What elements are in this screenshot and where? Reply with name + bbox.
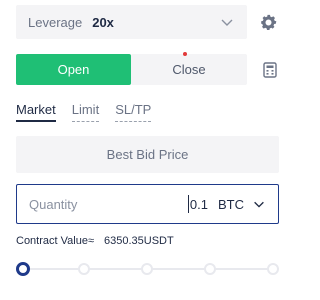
leverage-label: Leverage [28,14,83,30]
chevron-down-icon[interactable] [252,197,266,211]
quantity-input[interactable]: Quantity 0.1 BTC [16,184,279,224]
quantity-unit[interactable]: BTC [218,197,244,212]
tab-sl-tp[interactable]: SL/TP [115,102,152,122]
contract-value: Contract Value≈ 6350.35USDT [16,235,174,247]
quantity-slider[interactable] [16,261,279,277]
tab-market[interactable]: Market [16,102,56,122]
text-cursor [187,195,189,213]
quantity-placeholder: Quantity [29,196,78,212]
leverage-value: 20x [92,14,114,30]
slider-stop-25[interactable] [78,263,90,275]
open-button[interactable]: Open [16,54,131,85]
open-close-toggle: Open Close [16,52,247,85]
close-button[interactable]: Close [131,52,247,85]
contract-value-amount: 6350.35USDT [103,235,174,247]
slider-stop-0[interactable] [16,262,30,276]
gear-icon[interactable] [259,13,278,32]
chevron-down-icon [221,19,233,26]
leverage-select[interactable]: Leverage 20x [16,5,247,39]
slider-stop-100[interactable] [267,263,279,275]
calculator-icon[interactable] [262,62,278,78]
slider-stop-50[interactable] [141,263,153,275]
order-type-tabs: Market Limit SL/TP [16,102,152,122]
slider-stop-75[interactable] [204,263,216,275]
notification-dot [183,52,187,56]
contract-value-label: Contract Value≈ [16,235,94,247]
best-bid-price-field[interactable]: Best Bid Price [16,136,279,173]
close-button-label: Close [172,62,206,77]
quantity-value: 0.1 [189,196,208,212]
tab-limit[interactable]: Limit [71,102,100,122]
